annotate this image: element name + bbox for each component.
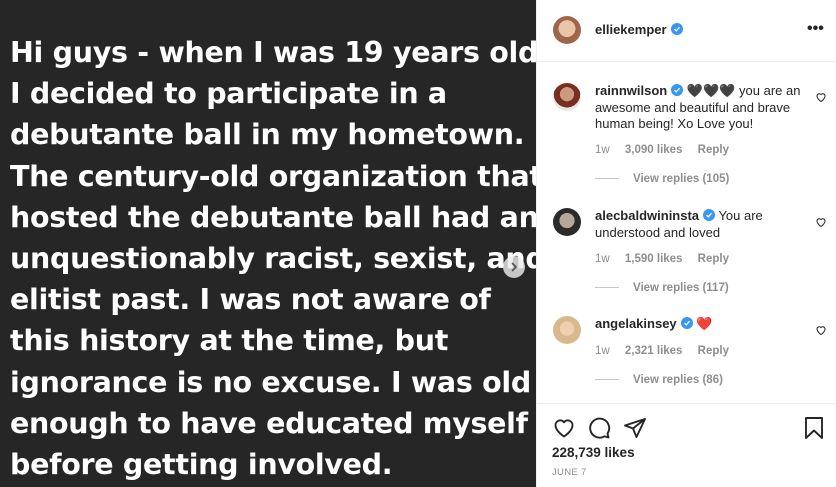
comment-username[interactable]: angelakinsey (595, 316, 677, 331)
post-text-line: enough to have educated myself (10, 406, 528, 440)
post-text-line: debutante ball in my hometown. (10, 118, 525, 152)
chevron-right-icon (511, 262, 517, 272)
divider-dash (595, 178, 619, 180)
post-actions: 228,739 likes JUNE 7 (537, 403, 836, 487)
avatar[interactable] (553, 208, 581, 236)
verified-badge-icon (670, 23, 683, 35)
view-replies-button[interactable]: View replies (117) (595, 282, 729, 294)
comment-likes-count[interactable]: 1,590 likes (625, 253, 683, 265)
reply-button[interactable]: Reply (698, 345, 729, 357)
comment-meta: 1w 1,590 likes Reply (595, 253, 741, 265)
comment-username[interactable]: alecbaldwininsta (595, 208, 699, 223)
share-paper-plane-icon[interactable] (623, 416, 647, 440)
next-slide-button[interactable] (503, 256, 525, 278)
reply-button[interactable]: Reply (698, 144, 729, 156)
comment-likes-count[interactable]: 3,090 likes (625, 144, 683, 156)
post-date[interactable]: JUNE 7 (552, 467, 587, 478)
comment-time: 1w (595, 144, 610, 156)
verified-badge-icon (703, 209, 716, 221)
comment-body: angelakinsey ❤️ (595, 316, 805, 333)
post-text-line: this history at the time, but (10, 324, 449, 358)
post-text-line: hosted the debutante ball had an (10, 200, 536, 234)
avatar[interactable] (553, 16, 581, 44)
author-username-text: elliekemper (595, 22, 667, 37)
verified-badge-icon (671, 84, 684, 96)
post-image[interactable]: Hi guys - when I was 19 years old, I dec… (0, 0, 536, 487)
like-heart-icon[interactable] (552, 416, 576, 440)
verified-badge-icon (680, 317, 693, 329)
view-replies-text: View replies (117) (633, 282, 729, 294)
avatar[interactable] (553, 316, 581, 344)
author-username[interactable]: elliekemper (595, 22, 683, 37)
more-options-button[interactable]: ••• (807, 20, 824, 38)
like-comment-heart-icon[interactable] (815, 324, 827, 336)
post-text-line: before getting involved. (10, 448, 393, 482)
comment-meta: 1w 3,090 likes Reply (595, 144, 741, 156)
comment-time: 1w (595, 253, 610, 265)
comment-likes-count[interactable]: 2,321 likes (625, 345, 683, 357)
divider-dash (595, 287, 619, 289)
view-replies-button[interactable]: View replies (86) (595, 374, 723, 386)
post-text-line: ignorance is no excuse. I was old (10, 365, 531, 399)
view-replies-text: View replies (105) (633, 173, 730, 185)
like-comment-heart-icon[interactable] (815, 216, 827, 228)
avatar[interactable] (553, 83, 581, 111)
comment-body: rainnwilson 🖤🖤🖤 you are an awesome and b… (595, 83, 805, 133)
post-likes-count[interactable]: 228,739 likes (552, 445, 635, 460)
post-sidebar: elliekemper ••• rainnwilson 🖤🖤🖤 you are … (536, 0, 836, 487)
comment-body: alecbaldwininsta You are understood and … (595, 208, 805, 241)
post-text-line: I decided to participate in a (10, 77, 447, 111)
post-text: Hi guys - when I was 19 years old, I dec… (10, 32, 536, 485)
comment-text: ❤️ (696, 316, 713, 331)
reply-button[interactable]: Reply (698, 253, 729, 265)
comment-username[interactable]: rainnwilson (595, 83, 667, 98)
view-replies-button[interactable]: View replies (105) (595, 173, 729, 185)
post-text-line: Hi guys - when I was 19 years old, (10, 36, 536, 69)
comment-bubble-icon[interactable] (587, 416, 611, 440)
save-bookmark-icon[interactable] (803, 416, 825, 440)
post-text-line: elitist past. I was not aware of (10, 283, 491, 317)
comments-list[interactable]: rainnwilson 🖤🖤🖤 you are an awesome and b… (537, 63, 836, 403)
comment-meta: 1w 2,321 likes Reply (595, 345, 741, 357)
post-header: elliekemper ••• (537, 0, 836, 62)
post-text-line: The century-old organization that (10, 159, 536, 193)
post-text-line: unquestionably racist, sexist, and (10, 242, 536, 276)
comment-time: 1w (595, 345, 610, 357)
like-comment-heart-icon[interactable] (815, 91, 827, 103)
view-replies-text: View replies (86) (633, 374, 723, 386)
divider-dash (595, 379, 619, 381)
